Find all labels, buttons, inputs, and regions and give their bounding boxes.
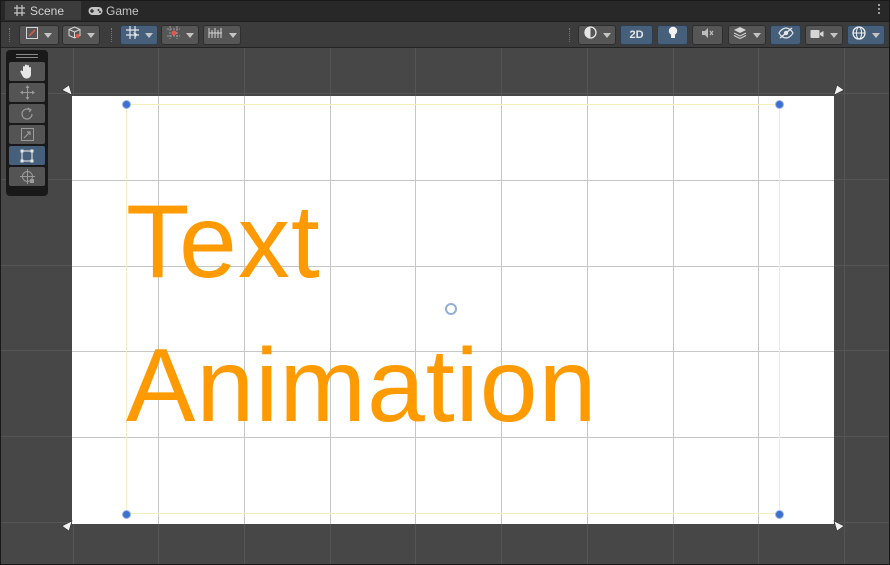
hash-icon [11, 5, 27, 16]
chevron-down-icon [144, 32, 153, 38]
hand-icon [20, 64, 31, 79]
scale-icon [20, 128, 34, 141]
chevron-down-icon [602, 32, 611, 38]
tab-game[interactable]: Game [87, 1, 153, 21]
anchor-top-left-icon[interactable] [61, 84, 73, 96]
rotate-tool[interactable] [9, 104, 45, 123]
ruler-icon [208, 26, 223, 44]
rotate-icon [21, 107, 33, 120]
tool-palette [6, 50, 48, 196]
gizmos-dropdown[interactable] [847, 25, 885, 45]
hand-tool[interactable] [9, 62, 45, 81]
mode-2d-toggle[interactable]: 2D [620, 25, 653, 45]
toolbar-grip[interactable] [9, 28, 12, 42]
lighting-toggle[interactable] [657, 25, 688, 45]
gamepad-icon [87, 6, 103, 16]
gizmo-globe-icon [852, 25, 866, 45]
draw-mode-dropdown[interactable] [19, 25, 59, 45]
anchor-bottom-right-icon[interactable] [833, 520, 845, 532]
gizmo-mode-dropdown[interactable] [62, 25, 100, 45]
scale-tool[interactable] [9, 125, 45, 144]
scene-viewport[interactable]: Text Animation [1, 48, 889, 564]
grid-snap-toggle[interactable] [120, 25, 158, 45]
chevron-down-icon [44, 32, 52, 38]
more-options-icon[interactable] [877, 4, 881, 18]
palette-grip[interactable] [9, 52, 45, 60]
camera-dropdown[interactable] [805, 25, 843, 45]
draw-mode-icon [26, 26, 38, 44]
cube-icon [68, 26, 81, 44]
layers-icon [733, 26, 747, 44]
tab-bar: Scene Game [1, 1, 889, 22]
light-bulb-icon [668, 26, 678, 44]
camera-icon [810, 26, 824, 44]
effects-dropdown[interactable] [728, 25, 766, 45]
tab-label: Scene [30, 3, 65, 18]
chevron-down-icon [86, 32, 95, 38]
move-tool[interactable] [9, 83, 45, 102]
scene-visibility-toggle[interactable] [770, 25, 801, 45]
tab-scene[interactable]: Scene [5, 1, 81, 20]
move-arrows-icon [19, 85, 35, 100]
audio-toggle[interactable] [692, 25, 723, 45]
toolbar-grip[interactable] [569, 28, 572, 42]
rect-handle-bottom-right[interactable] [775, 510, 784, 519]
rect-handle-top-left[interactable] [122, 100, 131, 109]
increment-snap-dropdown[interactable] [161, 25, 199, 45]
chevron-down-icon [830, 32, 838, 38]
rect-handle-top-right[interactable] [775, 100, 784, 109]
ruler-dropdown[interactable] [203, 25, 241, 45]
chevron-down-icon [753, 32, 761, 38]
audio-mute-icon [701, 26, 714, 44]
text-animation-object[interactable]: Text Animation [126, 170, 766, 458]
chevron-down-icon [185, 32, 194, 38]
transform-tool[interactable] [9, 167, 45, 186]
grid-snap-icon [125, 26, 139, 44]
shading-icon [583, 26, 597, 44]
chevron-down-icon [872, 32, 880, 38]
anchor-top-right-icon[interactable] [833, 84, 845, 96]
rect-transform-icon [20, 149, 34, 162]
chevron-down-icon [228, 32, 237, 38]
increment-snap-icon [166, 26, 180, 44]
anchor-bottom-left-icon[interactable] [61, 520, 73, 532]
rect-handle-bottom-left[interactable] [122, 510, 131, 519]
toolbar-grip[interactable] [111, 28, 114, 42]
rect-tool[interactable] [9, 146, 45, 165]
scene-toolbar: 2D [1, 22, 889, 48]
pivot-handle[interactable] [445, 303, 457, 315]
hidden-eye-icon [777, 26, 794, 44]
shading-mode-dropdown[interactable] [578, 25, 616, 45]
tab-label: Game [106, 4, 139, 18]
transform-icon [19, 169, 35, 184]
scene-window: Scene Game 2D Text Animation [1, 1, 889, 564]
